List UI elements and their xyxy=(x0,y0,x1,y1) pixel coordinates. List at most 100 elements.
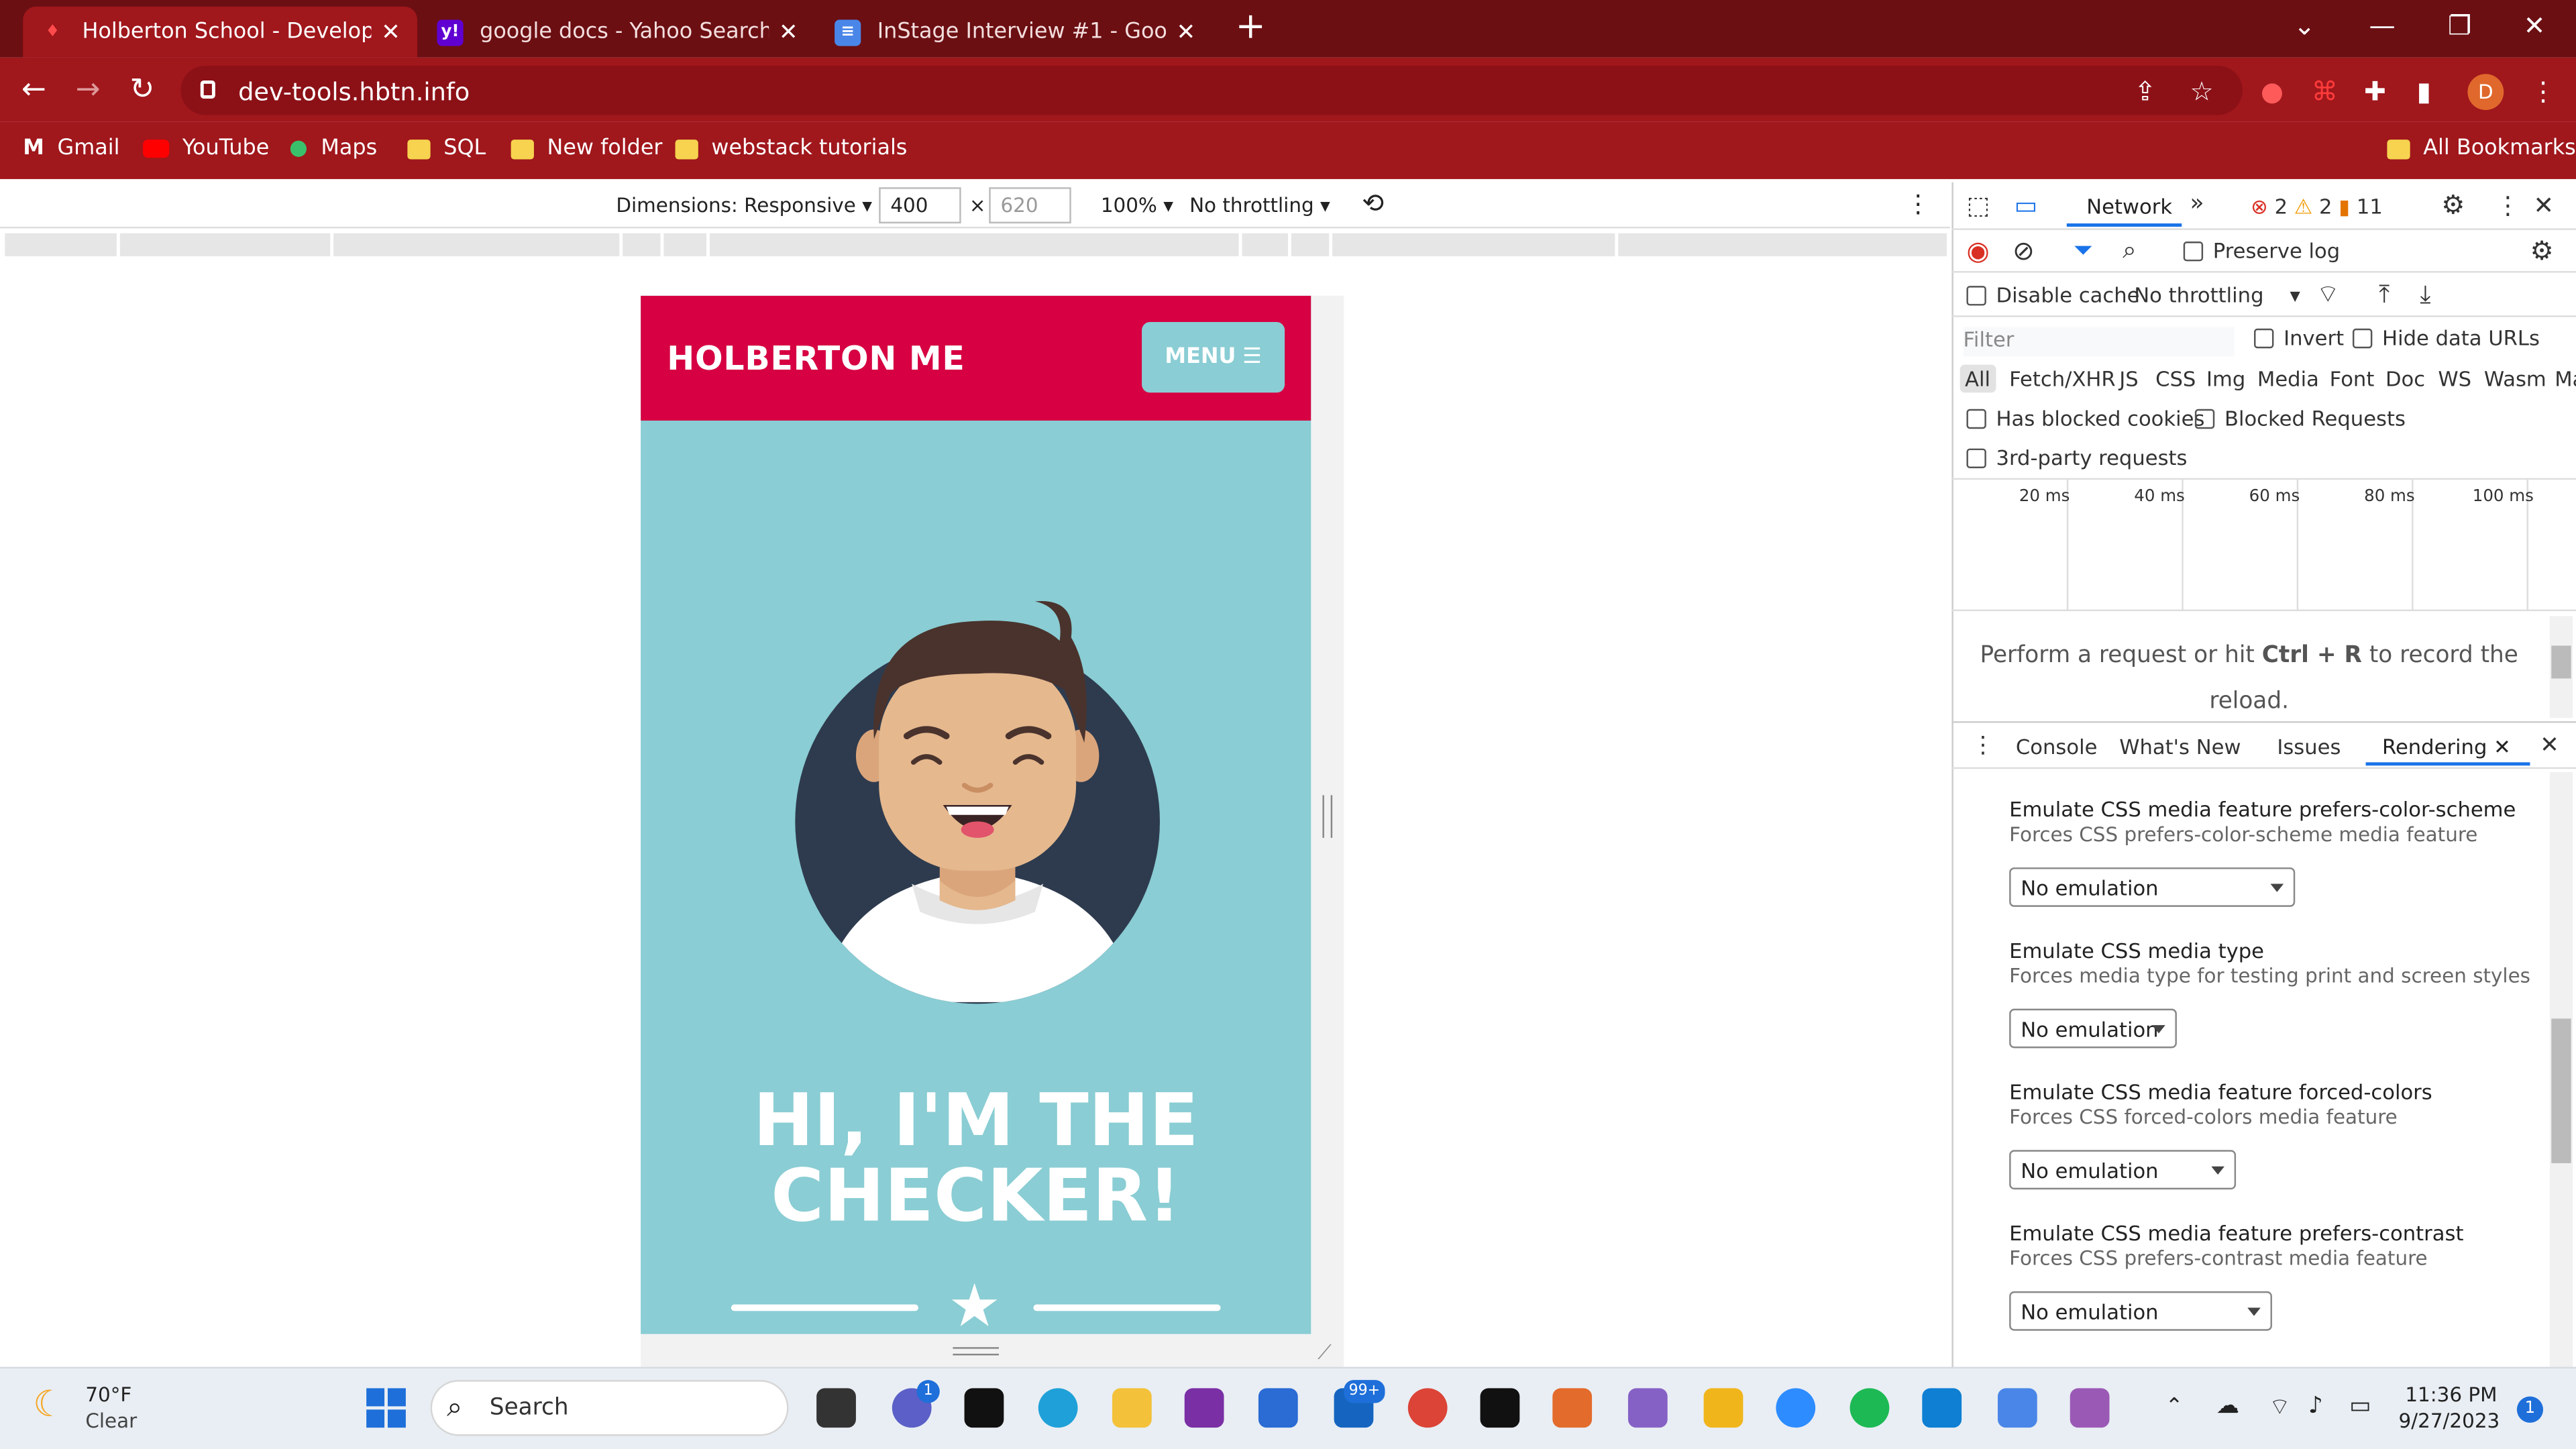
windows-start-icon[interactable] xyxy=(366,1388,406,1428)
media-query-segment[interactable] xyxy=(623,233,661,257)
media-query-segment[interactable] xyxy=(709,233,1239,257)
drawer-menu-icon[interactable]: ⋮ xyxy=(1972,733,1994,759)
share-icon[interactable]: ⇪ xyxy=(2134,76,2156,107)
devtools-menu-icon[interactable]: ⋮ xyxy=(2496,191,2520,220)
device-more-icon[interactable]: ⋮ xyxy=(1906,189,1931,219)
filter-manifest[interactable]: Ma xyxy=(2555,366,2576,391)
import-har-icon[interactable]: ⤒ xyxy=(2379,279,2390,309)
side-panel-icon[interactable]: ▮ xyxy=(2416,76,2431,107)
media-type-select[interactable]: No emulation xyxy=(2009,1008,2177,1049)
pdf-extension-icon[interactable]: ⌘ xyxy=(2312,76,2338,107)
height-input[interactable]: 620 xyxy=(989,187,1071,224)
filter-media[interactable]: Media xyxy=(2257,366,2319,391)
filter-funnel-icon[interactable]: ⏷ xyxy=(2074,235,2093,264)
settings-gear-icon[interactable]: ⚙ xyxy=(2441,189,2465,221)
close-devtools-icon[interactable]: ✕ xyxy=(2533,191,2554,220)
microsoft-store-icon[interactable] xyxy=(1258,1388,1298,1428)
resize-handle-bottom[interactable] xyxy=(953,1347,999,1356)
filter-input[interactable]: Filter xyxy=(1963,327,2235,357)
bookmark-sql[interactable]: SQL xyxy=(407,136,486,161)
volume-icon[interactable]: ♪ xyxy=(2308,1393,2323,1419)
zoom-dropdown[interactable]: 100% ▾ xyxy=(1101,194,1173,217)
weather-moon-icon[interactable]: ☾ xyxy=(33,1385,65,1426)
close-drawer-icon[interactable]: ✕ xyxy=(2540,733,2559,759)
app-icon[interactable] xyxy=(1552,1388,1593,1428)
notification-badge[interactable]: 1 xyxy=(2516,1396,2544,1423)
media-query-segment[interactable] xyxy=(1332,233,1615,257)
tab-google-docs[interactable]: ≡ InStage Interview #1 - Google Do ✕ xyxy=(818,7,1220,58)
media-query-segment[interactable] xyxy=(1242,233,1289,257)
filter-js[interactable]: JS xyxy=(2119,366,2138,391)
vscode-icon[interactable] xyxy=(1922,1388,1962,1428)
site-title[interactable]: HOLBERTON ME xyxy=(667,338,965,378)
task-view-icon[interactable] xyxy=(816,1388,856,1428)
throttling-dropdown[interactable]: No throttling ▾ xyxy=(1189,194,1330,217)
clipchamp-icon[interactable] xyxy=(2070,1388,2110,1428)
weather-temp[interactable]: 70°F xyxy=(85,1383,131,1406)
drawer-tab-whats-new[interactable]: What's New xyxy=(2119,735,2241,759)
media-query-segment[interactable] xyxy=(5,233,117,257)
inspect-element-icon[interactable]: ⬚ xyxy=(1966,191,1990,220)
tray-overflow-icon[interactable]: ⌃ xyxy=(2165,1395,2184,1419)
prefers-contrast-select[interactable]: No emulation xyxy=(2009,1291,2272,1331)
device-toggle-icon[interactable]: ▭ xyxy=(2014,191,2037,220)
more-tabs-icon[interactable]: » xyxy=(2190,191,2204,217)
media-query-segment[interactable] xyxy=(119,233,331,257)
url-text[interactable]: dev-tools.hbtn.info xyxy=(238,77,470,107)
battery-icon[interactable]: ▭ xyxy=(2349,1393,2371,1419)
back-icon[interactable]: ← xyxy=(21,72,46,107)
drawer-tab-issues[interactable]: Issues xyxy=(2277,735,2341,759)
resize-corner-icon[interactable]: ⟋ xyxy=(1318,1340,1332,1365)
invert-checkbox[interactable]: Invert xyxy=(2254,325,2344,350)
bookmark-star-icon[interactable]: ☆ xyxy=(2190,76,2214,107)
network-throttling-dropdown[interactable]: No throttling ▾ xyxy=(2134,282,2300,307)
spotify-icon[interactable] xyxy=(1849,1388,1890,1428)
tab-search-icon[interactable]: ⌄ xyxy=(2294,10,2316,42)
address-bar[interactable] xyxy=(180,65,2243,115)
tab-holberton[interactable]: ♦ Holberton School - Developer to ✕ xyxy=(23,6,418,58)
bookmark-maps[interactable]: ● Maps xyxy=(289,136,377,161)
lock-icon[interactable] xyxy=(200,80,215,99)
forward-icon[interactable]: → xyxy=(76,72,101,107)
onenote-icon[interactable] xyxy=(1184,1388,1224,1428)
chrome-icon[interactable] xyxy=(1407,1388,1448,1428)
has-blocked-cookies-checkbox[interactable]: Has blocked cookies xyxy=(1966,406,2204,431)
prefers-color-scheme-select[interactable]: No emulation xyxy=(2009,867,2296,907)
rotate-icon[interactable]: ⟲ xyxy=(1362,187,1384,219)
network-scrollbar-thumb[interactable] xyxy=(2551,645,2571,679)
rendering-scrollbar-thumb[interactable] xyxy=(2551,1018,2571,1163)
restore-icon[interactable]: ❐ xyxy=(2448,10,2471,42)
close-window-icon[interactable]: ✕ xyxy=(2524,10,2546,42)
preserve-log-checkbox[interactable]: Preserve log xyxy=(2183,238,2340,263)
drawer-tab-rendering[interactable]: Rendering ✕ xyxy=(2382,735,2511,759)
bookmark-gmail[interactable]: M Gmail xyxy=(23,136,119,161)
media-query-segment[interactable] xyxy=(663,233,707,257)
extensions-puzzle-icon[interactable]: ✚ xyxy=(2364,76,2386,107)
record-icon[interactable]: ◉ xyxy=(1966,235,1989,266)
weather-condition[interactable]: Clear xyxy=(85,1409,137,1432)
reload-icon[interactable]: ↻ xyxy=(129,72,154,107)
drawer-tab-console[interactable]: Console xyxy=(2016,735,2098,759)
taskbar-search-box[interactable] xyxy=(430,1380,789,1436)
third-party-checkbox[interactable]: 3rd-party requests xyxy=(1966,445,2187,470)
close-tab-icon[interactable]: ✕ xyxy=(381,19,400,45)
dimensions-dropdown[interactable]: Dimensions: Responsive ▾ xyxy=(616,194,872,217)
width-input[interactable]: 400 xyxy=(879,187,961,224)
visual-studio-icon[interactable] xyxy=(1627,1388,1668,1428)
issue-counter[interactable]: ⊗ 2 ⚠ 2 ▮ 11 xyxy=(2251,194,2383,219)
bookmark-webstack[interactable]: webstack tutorials xyxy=(675,136,907,161)
disable-cache-checkbox[interactable]: Disable cache xyxy=(1966,282,2140,307)
media-query-segment[interactable] xyxy=(333,233,620,257)
media-query-segment[interactable] xyxy=(1618,233,1947,257)
notepad-icon[interactable] xyxy=(1997,1388,2037,1428)
filter-font[interactable]: Font xyxy=(2330,366,2375,391)
close-tab-icon[interactable]: ✕ xyxy=(779,19,798,45)
netflix-icon[interactable] xyxy=(1480,1388,1520,1428)
bookmark-youtube[interactable]: YouTube xyxy=(143,136,269,161)
resize-handle-right[interactable] xyxy=(1322,795,1333,838)
all-bookmarks[interactable]: All Bookmarks xyxy=(2387,136,2576,161)
network-conditions-icon[interactable]: ⌔ xyxy=(2316,279,2340,311)
export-har-icon[interactable]: ⤓ xyxy=(2420,279,2430,309)
clock-date[interactable]: 9/27/2023 xyxy=(2399,1409,2500,1432)
filter-img[interactable]: Img xyxy=(2206,366,2245,391)
